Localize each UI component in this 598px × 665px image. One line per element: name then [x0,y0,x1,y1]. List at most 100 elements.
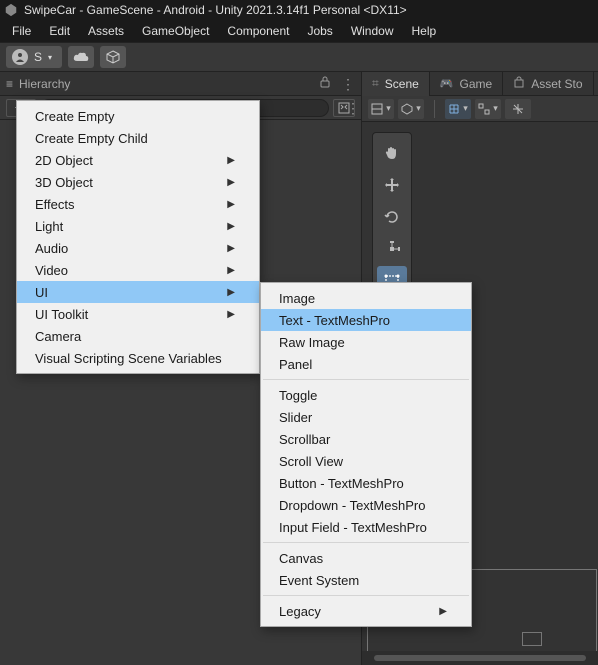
cm-image[interactable]: Image [261,287,471,309]
cm-label: Input Field - TextMeshPro [279,520,427,535]
cm-slider[interactable]: Slider [261,406,471,428]
viewport-scrollbar-h[interactable] [362,651,598,665]
move-tool[interactable] [377,170,407,200]
cm-raw-image[interactable]: Raw Image [261,331,471,353]
account-letter: S [34,50,42,64]
menu-gameobject[interactable]: GameObject [134,22,217,40]
cm-label: Button - TextMeshPro [279,476,404,491]
chevron-right-icon: ▶ [227,177,235,188]
scene-icon: ⌗ [372,76,379,91]
cm-effects[interactable]: Effects▶ [17,193,259,215]
cm-event-system[interactable]: Event System [261,569,471,591]
cm-label: Camera [35,329,81,344]
cm-button-tmp[interactable]: Button - TextMeshPro [261,472,471,494]
menu-file[interactable]: File [4,22,39,40]
cm-legacy[interactable]: Legacy▶ [261,600,471,622]
account-dropdown[interactable]: S ▾ [6,46,62,68]
grid-snap-dropdown[interactable] [445,99,471,119]
cm-label: Create Empty [35,109,114,124]
cm-visual-scripting[interactable]: Visual Scripting Scene Variables [17,347,259,369]
window-titlebar: SwipeCar - GameScene - Android - Unity 2… [0,0,598,20]
cm-label: 3D Object [35,175,93,190]
tab-asset-store-label: Asset Sto [531,77,582,91]
cm-video[interactable]: Video▶ [17,259,259,281]
gameobject-context-menu: Create Empty Create Empty Child 2D Objec… [16,100,260,374]
cm-dropdown-tmp[interactable]: Dropdown - TextMeshPro [261,494,471,516]
chevron-right-icon: ▶ [227,309,235,320]
cm-create-empty[interactable]: Create Empty [17,105,259,127]
scene-tabs: ⌗ Scene 🎮 Game Asset Sto [362,72,598,96]
cm-text-tmp[interactable]: Text - TextMeshPro [261,309,471,331]
hierarchy-tab[interactable]: ≡ Hierarchy [6,77,70,91]
cm-label: Legacy [279,604,321,619]
chevron-right-icon: ▶ [227,287,235,298]
hierarchy-tab-label: Hierarchy [19,77,70,91]
box-button[interactable] [100,46,126,68]
cloud-button[interactable] [68,46,94,68]
menu-component[interactable]: Component [219,22,297,40]
hierarchy-body-kebab[interactable]: ⋮ [346,100,360,117]
scale-tool[interactable] [377,234,407,264]
chevron-down-icon: ▾ [48,53,52,62]
cm-canvas[interactable]: Canvas [261,547,471,569]
cm-scrollbar[interactable]: Scrollbar [261,428,471,450]
cm-label: Panel [279,357,312,372]
chevron-right-icon: ▶ [227,265,235,276]
hierarchy-header: ≡ Hierarchy ⋮ [0,72,361,96]
hand-tool[interactable] [377,138,407,168]
scroll-thumb-h[interactable] [374,655,586,661]
ui-submenu: Image Text - TextMeshPro Raw Image Panel… [260,282,472,627]
cm-label: Image [279,291,315,306]
cm-scroll-view[interactable]: Scroll View [261,450,471,472]
kebab-icon[interactable]: ⋮ [341,79,355,89]
lock-icon[interactable] [319,76,331,91]
rotate-tool[interactable] [377,202,407,232]
cm-label: Audio [35,241,68,256]
window-title: SwipeCar - GameScene - Android - Unity 2… [24,3,407,17]
cm-label: Toggle [279,388,317,403]
cm-label: UI Toolkit [35,307,88,322]
cm-audio[interactable]: Audio▶ [17,237,259,259]
menu-window[interactable]: Window [343,22,402,40]
tab-asset-store[interactable]: Asset Sto [503,72,593,96]
viewport-handle-rect[interactable] [522,632,542,646]
cm-label: Create Empty Child [35,131,148,146]
cm-create-empty-child[interactable]: Create Empty Child [17,127,259,149]
menu-edit[interactable]: Edit [41,22,78,40]
cm-label: Scroll View [279,454,343,469]
menu-separator [263,595,469,596]
menu-jobs[interactable]: Jobs [299,22,340,40]
bag-icon [513,76,525,91]
chevron-right-icon: ▶ [227,155,235,166]
menu-assets[interactable]: Assets [80,22,132,40]
cm-label: Visual Scripting Scene Variables [35,351,222,366]
tab-scene[interactable]: ⌗ Scene [362,72,430,96]
cm-input-field-tmp[interactable]: Input Field - TextMeshPro [261,516,471,538]
gamepad-icon: 🎮 [440,77,454,90]
cm-label: UI [35,285,48,300]
cm-3d-object[interactable]: 3D Object ▶ [17,171,259,193]
cm-ui[interactable]: UI ▶ [17,281,259,303]
cm-label: Dropdown - TextMeshPro [279,498,425,513]
cm-2d-object[interactable]: 2D Object▶ [17,149,259,171]
cm-ui-toolkit[interactable]: UI Toolkit ▶ [17,303,259,325]
cm-label: Text - TextMeshPro [279,313,390,328]
main-menubar: File Edit Assets GameObject Component Jo… [0,20,598,42]
menu-separator [263,542,469,543]
cm-panel[interactable]: Panel [261,353,471,375]
cm-label: Light [35,219,63,234]
main-toolbar: S ▾ [0,42,598,72]
snap-increment-dropdown[interactable] [475,99,501,119]
tab-game[interactable]: 🎮 Game [430,72,503,96]
unity-logo-icon [4,3,18,17]
tab-game-label: Game [460,77,493,91]
toolbar-divider [434,100,435,118]
cm-camera[interactable]: Camera [17,325,259,347]
scene-toolbar [362,96,598,122]
cm-light[interactable]: Light▶ [17,215,259,237]
cm-toggle[interactable]: Toggle [261,384,471,406]
snap-toggle[interactable] [505,99,531,119]
draw-mode-dropdown[interactable] [398,99,424,119]
shading-mode-dropdown[interactable] [368,99,394,119]
menu-help[interactable]: Help [404,22,445,40]
